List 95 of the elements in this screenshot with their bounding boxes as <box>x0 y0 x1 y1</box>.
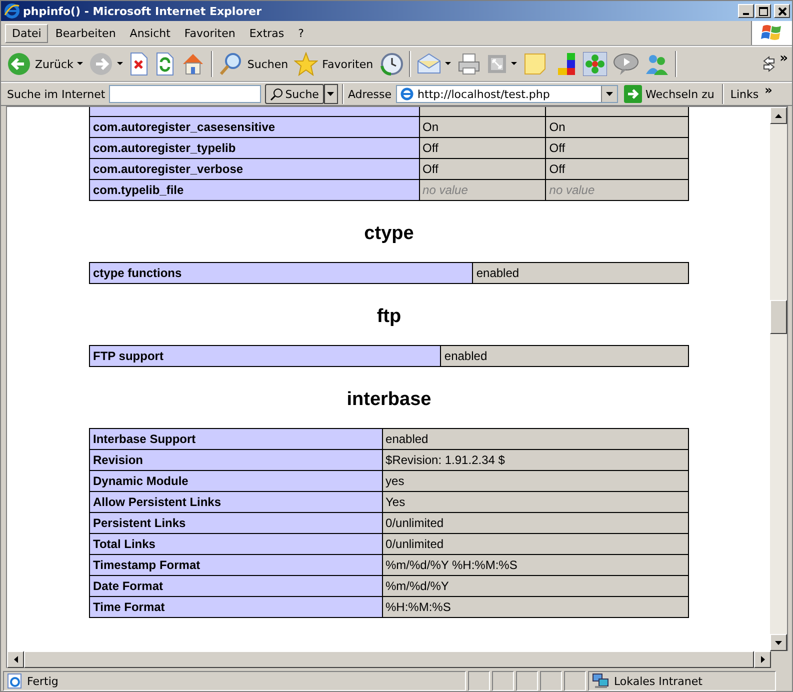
right-arrow-icon <box>760 656 765 663</box>
value-cell: yes <box>382 470 688 492</box>
value-cell: %m/%d/%Y <box>382 576 688 596</box>
value-cell: 0/unlimited <box>382 534 688 554</box>
scroll-thumb[interactable] <box>770 300 787 334</box>
down-arrow-icon <box>775 640 782 644</box>
home-icon <box>181 52 206 76</box>
value-cell: enabled <box>382 428 688 450</box>
directive-cell: com.typelib_file <box>90 180 420 200</box>
page-icon <box>398 86 415 102</box>
value-cell: Off <box>419 158 546 180</box>
maximize-icon <box>758 6 768 16</box>
left-arrow-icon <box>14 656 18 663</box>
scroll-left-button[interactable] <box>7 651 24 668</box>
speech-bubble-icon <box>613 52 640 76</box>
value-cell: On <box>546 116 688 138</box>
links-chevron[interactable]: » <box>764 83 772 97</box>
directive-cell: Date Format <box>90 576 382 596</box>
search-icon <box>270 88 284 100</box>
directive-cell: Interbase Support <box>90 428 382 450</box>
up-arrow-icon <box>775 114 782 118</box>
menu-item[interactable]: Extras <box>242 24 292 42</box>
toolbar-button[interactable]: Favoriten <box>292 50 376 78</box>
search-field[interactable] <box>109 85 262 103</box>
search-icon <box>219 52 244 76</box>
maximize-button[interactable] <box>755 4 771 18</box>
search-dropdown-button[interactable] <box>324 84 338 104</box>
directive-cell: Persistent Links <box>90 512 382 534</box>
value-cell: Off <box>419 138 546 158</box>
value-cell: Off <box>546 138 688 158</box>
toolbar-button[interactable]: Suchen <box>217 50 290 78</box>
caret-icon <box>327 92 334 96</box>
envelope-icon <box>417 52 442 76</box>
directive-cell: ctype functions <box>90 262 473 284</box>
scroll-up-button[interactable] <box>770 107 787 124</box>
history-clock-icon <box>379 52 404 76</box>
status-text: Fertig <box>27 674 58 688</box>
page-icon <box>7 673 23 689</box>
scroll-down-button[interactable] <box>770 634 787 651</box>
minimize-button[interactable] <box>738 4 754 18</box>
value-cell: Yes <box>382 492 688 512</box>
scroll-right-button[interactable] <box>754 651 772 668</box>
browser-logo-icon <box>4 3 20 19</box>
directive-cell: com.autoregister_casesensitive <box>90 116 420 138</box>
menu-item[interactable]: Bearbeiten <box>48 24 123 42</box>
go-button[interactable]: Wechseln zu <box>622 85 718 103</box>
section-heading: ctype <box>363 223 415 245</box>
directive-cell: Timestamp Format <box>90 554 382 576</box>
window-title: phpinfo() - Microsoft Internet Explorer <box>23 4 262 18</box>
star-icon <box>294 52 318 76</box>
refresh-page-icon <box>155 52 176 76</box>
menu-item[interactable]: ? <box>291 24 311 42</box>
value-cell: 0/unlimited <box>382 512 688 534</box>
value-cell: Off <box>546 158 688 180</box>
close-button[interactable] <box>774 4 790 18</box>
directive-cell: Allow Persistent Links <box>90 492 382 512</box>
value-cell: no value <box>546 180 688 200</box>
caret-icon <box>606 92 613 96</box>
value-cell: enabled <box>440 346 688 366</box>
directive-cell: Time Format <box>90 596 382 618</box>
value-cell: On <box>419 116 546 138</box>
value-cell: $Revision: 1.91.2.34 $ <box>382 450 688 470</box>
directive-cell: com.autoregister_verbose <box>90 158 420 180</box>
directive-cell: Dynamic Module <box>90 470 382 492</box>
people-icon <box>645 52 670 76</box>
minimize-icon <box>743 12 749 14</box>
section-heading: ftp <box>376 306 402 328</box>
search-button[interactable]: Suche <box>265 84 324 104</box>
toolbar-button[interactable]: Zurück <box>5 50 86 78</box>
value-cell: no value <box>419 180 546 200</box>
address-field[interactable]: http://localhost/test.php <box>396 85 618 103</box>
menu-item[interactable]: Ansicht <box>122 24 178 42</box>
value-cell: enabled <box>472 262 688 284</box>
directive-cell: Revision <box>90 450 382 470</box>
value-cell: %m/%d/%Y %H:%M:%S <box>382 554 688 576</box>
menu-item[interactable]: Datei <box>5 24 48 42</box>
value-cell: %H:%M:%S <box>382 596 688 618</box>
search-label: Suche im Internet <box>7 88 106 100</box>
more-chevron[interactable]: » <box>780 47 788 66</box>
flower-icon <box>583 52 608 76</box>
section-heading: interbase <box>346 389 432 411</box>
links-button[interactable]: Links <box>728 88 761 100</box>
menu-item[interactable]: Favoriten <box>177 24 242 42</box>
security-zone-text: Lokales Intranet <box>614 674 702 688</box>
sync-arrows-icon <box>762 55 776 73</box>
directive-cell: Total Links <box>90 534 382 554</box>
stop-page-icon <box>129 52 150 76</box>
printer-icon <box>457 52 482 76</box>
directive-cell: FTP support <box>90 346 441 366</box>
sticky-note-icon <box>523 52 548 76</box>
directive-cell: com.autoregister_typelib <box>90 138 420 158</box>
fullscreen-icon <box>487 54 508 74</box>
vertical-scrollbar[interactable] <box>770 107 787 651</box>
close-icon <box>778 6 786 16</box>
address-label: Adresse <box>348 88 392 100</box>
